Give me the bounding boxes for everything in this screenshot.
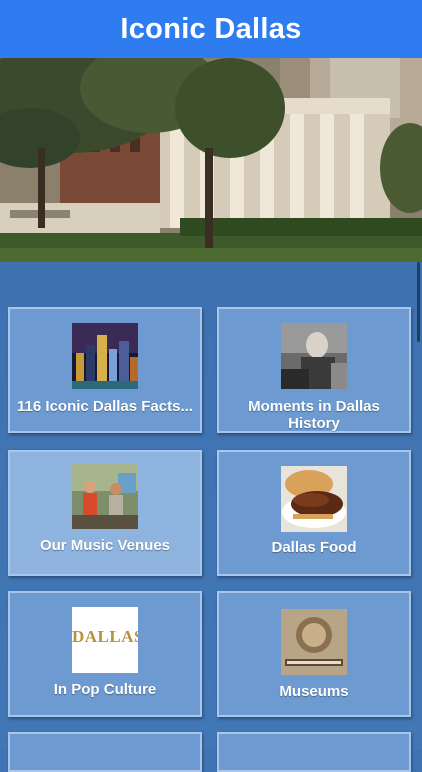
tile-label: 116 Iconic Dallas Facts... — [17, 398, 193, 415]
tile-museums[interactable]: Museums — [217, 591, 411, 717]
tile-our-music-venues[interactable]: Our Music Venues — [8, 450, 202, 576]
app-title-bar: Iconic Dallas — [0, 0, 422, 58]
tile-in-pop-culture[interactable]: DALLAS In Pop Culture — [8, 591, 202, 717]
tile-label: Our Music Venues — [39, 537, 171, 554]
museum-sign-thumbnail — [281, 609, 347, 675]
dallas-logo-thumbnail: DALLAS — [72, 607, 138, 673]
tile-label: Museums — [279, 683, 349, 700]
tile-dallas-food[interactable]: Dallas Food — [217, 450, 411, 576]
brisket-food-thumbnail — [281, 466, 347, 532]
tile-label: In Pop Culture — [53, 681, 157, 698]
historic-photo-thumbnail — [281, 323, 347, 389]
city-skyline-thumbnail — [72, 323, 138, 389]
tile-partial-left[interactable] — [8, 732, 202, 772]
tile-moments-in-dallas-history[interactable]: Moments in Dallas History — [217, 307, 411, 433]
tile-iconic-dallas-facts[interactable]: 116 Iconic Dallas Facts... — [8, 307, 202, 433]
tile-label: Moments in Dallas History — [248, 398, 380, 432]
app-title: Iconic Dallas — [120, 12, 302, 45]
scroll-indicator[interactable] — [417, 262, 420, 342]
dallas-logo-text: DALLAS — [72, 627, 138, 646]
tile-label: Dallas Food — [271, 539, 357, 556]
tile-partial-right[interactable] — [217, 732, 411, 772]
music-venue-thumbnail — [72, 463, 138, 529]
hero-image-dealey-plaza — [0, 58, 422, 262]
